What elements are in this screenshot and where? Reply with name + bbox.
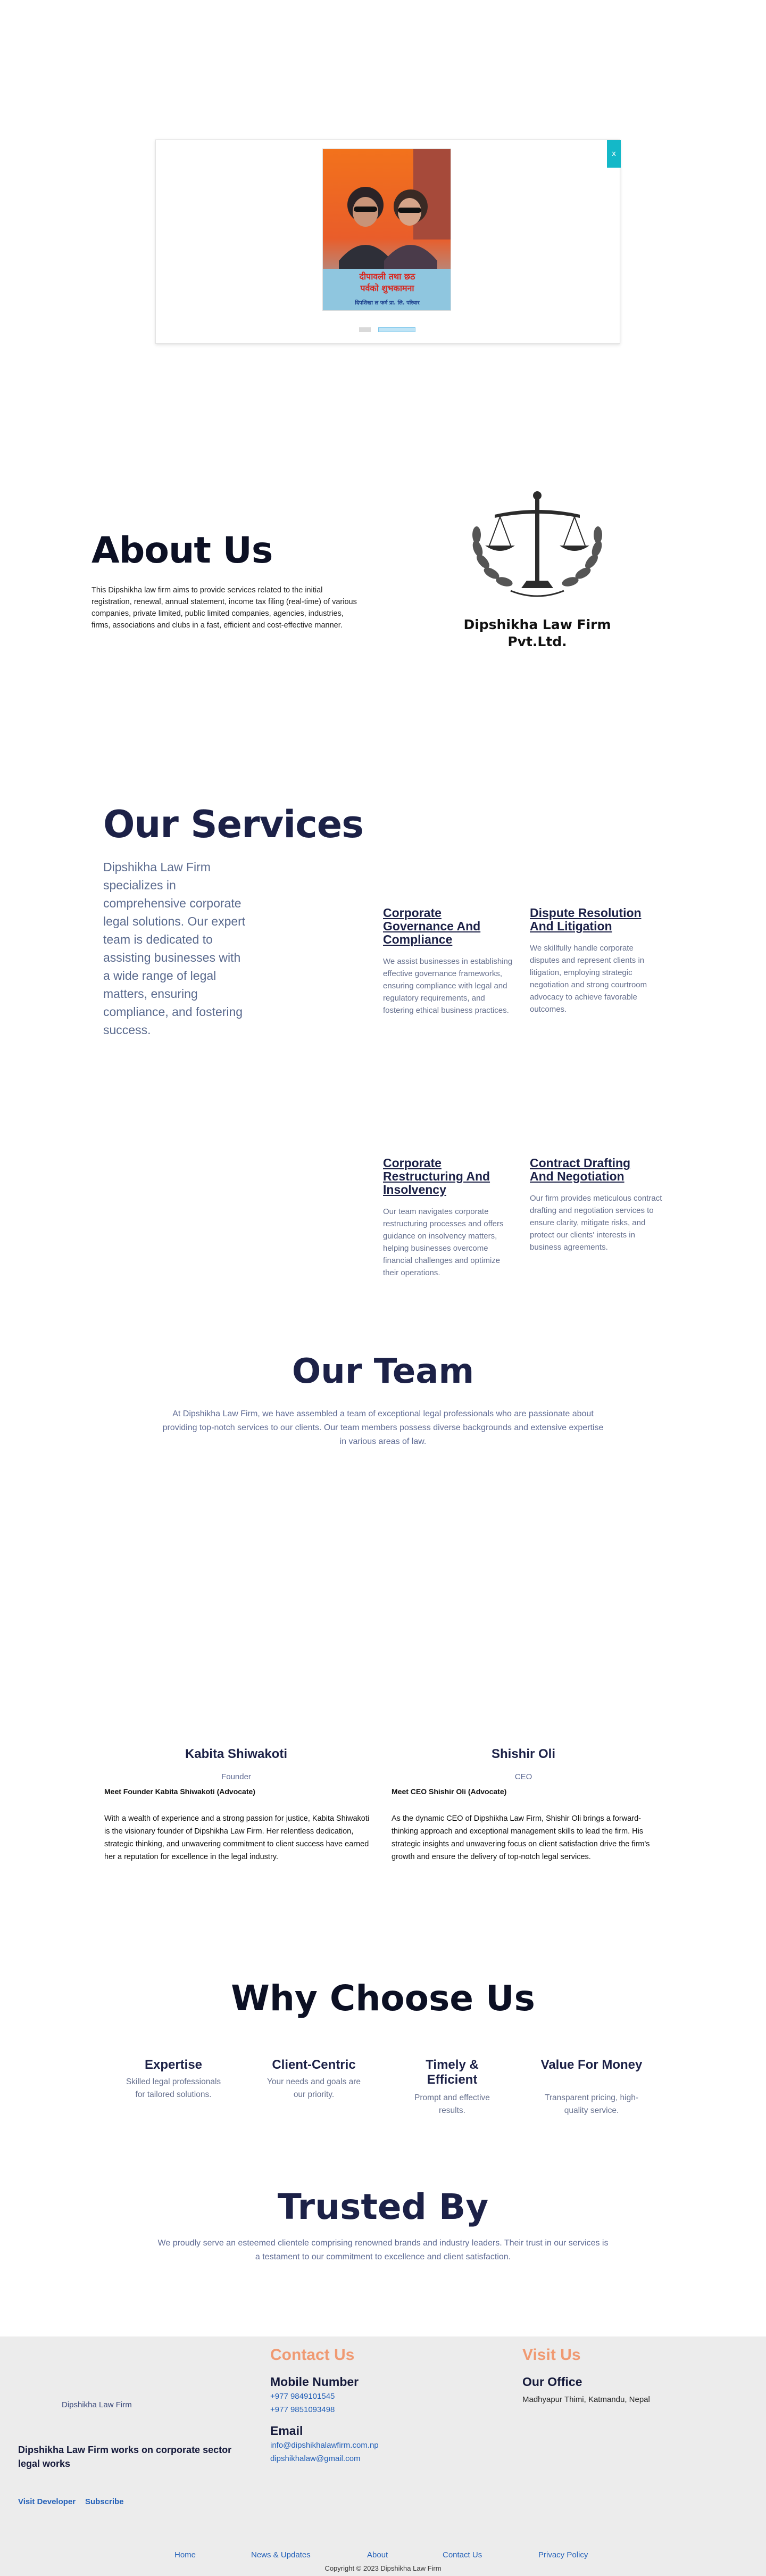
greeting-line-2: पर्वको शुभकामना: [360, 283, 414, 294]
about-text: This Dipshikha law firm aims to provide …: [91, 586, 357, 630]
member-name: Kabita Shiwakoti: [185, 1747, 288, 1761]
office-heading: Our Office: [522, 2375, 582, 2389]
why-item-text: Skilled legal professionals for tailored…: [126, 2077, 221, 2099]
visit-heading: Visit Us: [522, 2346, 581, 2364]
trusted-text: We proudly serve an esteemed clientele c…: [157, 2239, 609, 2261]
service-title: Corporate Restructuring And Insolvency: [383, 1156, 490, 1196]
member-role: CEO: [514, 1772, 532, 1781]
why-heading: Why Choose Us: [231, 1978, 535, 2019]
mobile-heading: Mobile Number: [270, 2375, 359, 2389]
footer-nav-contact[interactable]: Contact Us: [443, 2550, 482, 2560]
footer-firm-name: Dipshikha Law Firm: [62, 2400, 132, 2409]
email-heading: Email: [270, 2424, 303, 2438]
carousel-dot[interactable]: [359, 327, 371, 332]
email-link[interactable]: info@dipshikhalawfirm.com.np: [270, 2439, 379, 2452]
logo-caption: Dipshikha Law Firm Pvt.Ltd.: [463, 617, 611, 649]
team-heading: Our Team: [292, 1352, 474, 1391]
email-link[interactable]: dipshikhalaw@gmail.com: [270, 2452, 360, 2465]
member-bio: With a wealth of experience and a strong…: [104, 1814, 370, 1861]
image-popup: x दीपावली तथा छठ पर्वको शुभकामना दिपशिखा…: [155, 139, 621, 344]
why-item-text: Transparent pricing, high-quality servic…: [544, 2093, 639, 2115]
greeting-line-3: दिपशिखा ल फर्म प्रा. लि. परिवार: [354, 299, 420, 306]
about-heading: About Us: [91, 530, 273, 572]
visit-developer-link[interactable]: Visit Developer: [18, 2497, 76, 2506]
member-role: Founder: [221, 1772, 251, 1781]
member-meet: Meet Founder Kabita Shiwakoti (Advocate): [104, 1787, 255, 1796]
why-item-title: Value For Money: [540, 2058, 643, 2072]
member-bio: As the dynamic CEO of Dipshikha Law Firm…: [392, 1814, 650, 1861]
greeting-line-1: दीपावली तथा छठ: [359, 271, 416, 282]
phone-link[interactable]: +977 9849101545: [270, 2390, 335, 2403]
service-title: Contract Drafting And Negotiation: [530, 1156, 631, 1183]
service-title: Dispute Resolution And Litigation: [530, 906, 642, 933]
footer-nav-news[interactable]: News & Updates: [251, 2550, 311, 2560]
team-intro: At Dipshikha Law Firm, we have assembled…: [162, 1409, 604, 1446]
subscribe-link[interactable]: Subscribe: [85, 2497, 124, 2506]
service-text: We assist businesses in establishing eff…: [383, 957, 513, 1015]
office-address: Madhyapur Thimi, Katmandu, Nepal: [522, 2395, 650, 2404]
footer-nav-about[interactable]: About: [367, 2550, 388, 2560]
close-icon[interactable]: x: [607, 140, 621, 168]
why-item-title: Expertise: [144, 2058, 203, 2072]
why-item-title: Timely & Efficient: [426, 2058, 479, 2087]
trusted-heading: Trusted By: [277, 2186, 489, 2227]
footer: Dipshikha Law Firm Dipshikha Law Firm wo…: [0, 2336, 766, 2576]
why-item-text: Prompt and effective results.: [414, 2093, 490, 2115]
member-name: Shishir Oli: [491, 1747, 556, 1761]
footer-tagline: Dipshikha Law Firm works on corporate se…: [18, 2445, 232, 2469]
why-item-text: Your needs and goals are our priority.: [267, 2077, 361, 2099]
member-meet: Meet CEO Shishir Oli (Advocate): [392, 1787, 507, 1796]
service-text: Our firm provides meticulous contract dr…: [530, 1194, 662, 1252]
services-intro: Dipshikha Law Firm specializes in compre…: [103, 860, 246, 1037]
service-text: Our team navigates corporate restructuri…: [383, 1207, 504, 1277]
service-text: We skillfully handle corporate disputes …: [530, 944, 647, 1014]
greeting-card-image: दीपावली तथा छठ पर्वको शुभकामना दिपशिखा ल…: [322, 148, 451, 311]
footer-nav-home[interactable]: Home: [174, 2550, 196, 2560]
carousel-dot-active[interactable]: [378, 327, 415, 332]
services-heading: Our Services: [103, 803, 364, 846]
phone-link[interactable]: +977 9851093498: [270, 2403, 335, 2416]
copyright: Copyright © 2023 Dipshikha Law Firm: [324, 2564, 442, 2572]
footer-nav-privacy[interactable]: Privacy Policy: [538, 2550, 588, 2560]
service-title: Corporate Governance And Compliance: [383, 906, 481, 946]
contact-heading: Contact Us: [270, 2346, 355, 2364]
why-item-title: Client-Centric: [272, 2058, 356, 2072]
